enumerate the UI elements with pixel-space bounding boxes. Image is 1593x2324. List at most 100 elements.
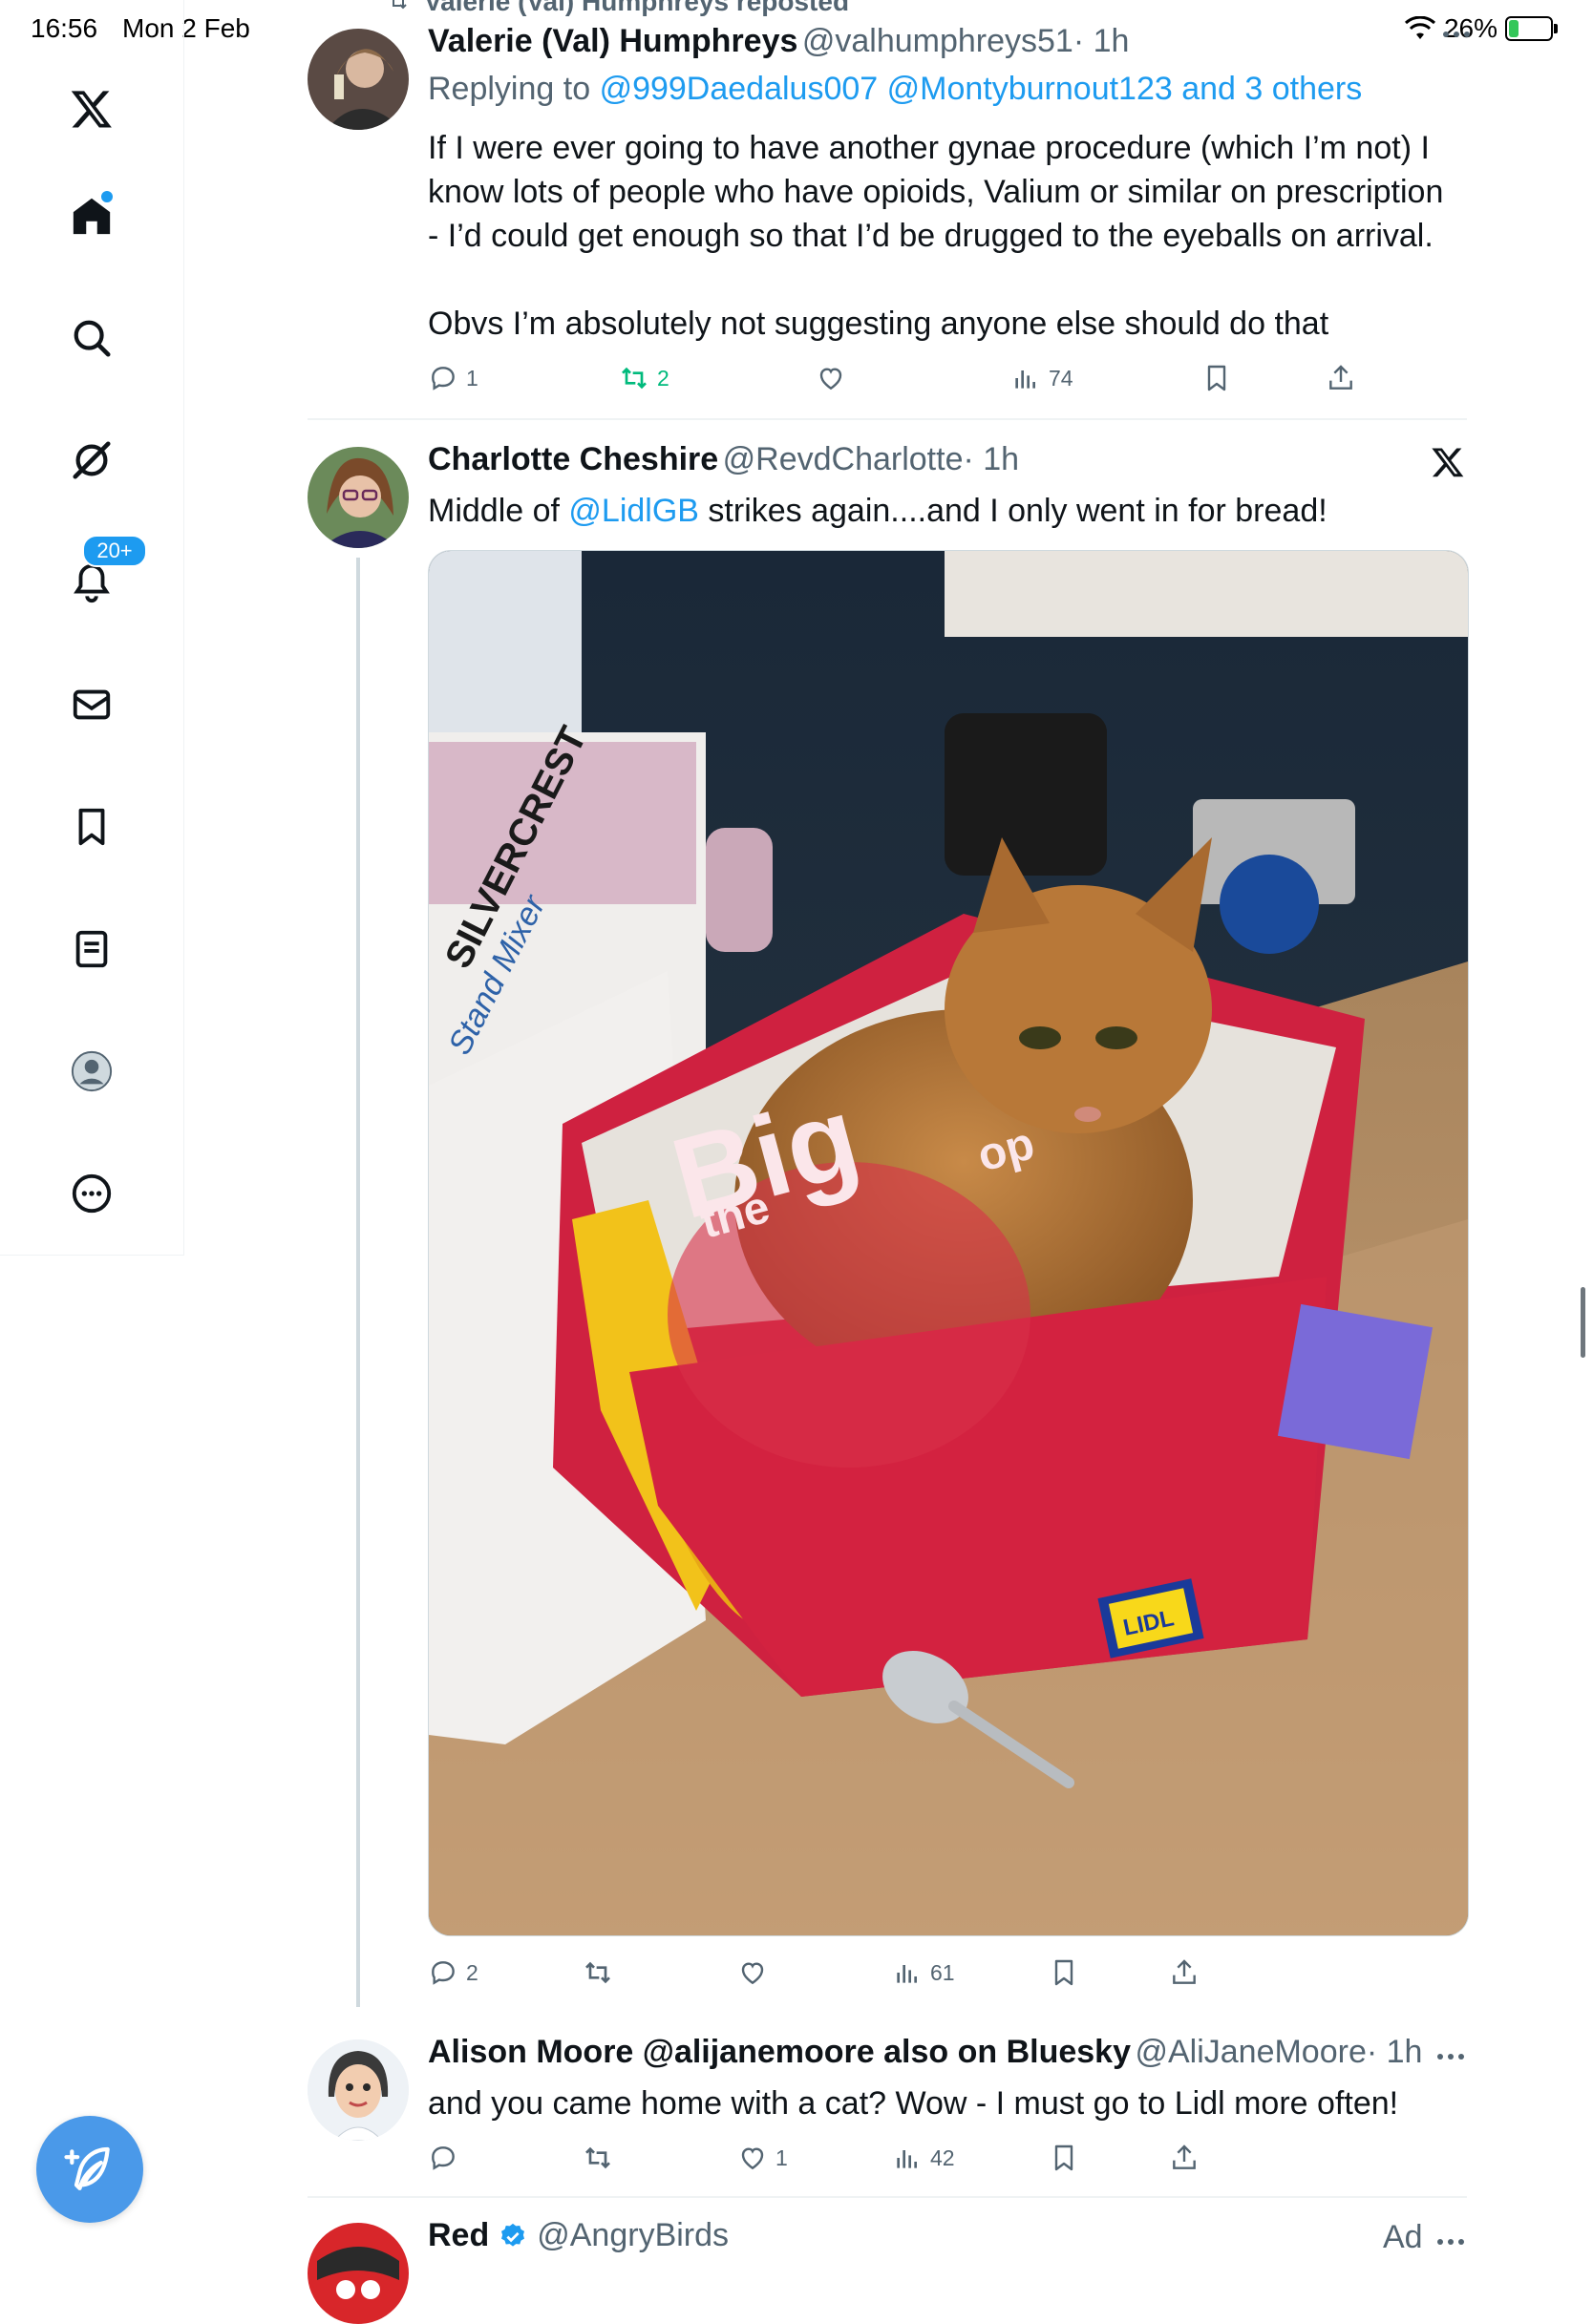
reply-button[interactable]: 1 <box>428 363 478 393</box>
messages-icon[interactable] <box>59 672 124 737</box>
like-button[interactable] <box>737 1957 775 1988</box>
search-icon[interactable] <box>59 306 124 370</box>
author-name[interactable]: Red <box>428 2217 489 2254</box>
battery-icon <box>1505 16 1558 41</box>
reply-button[interactable]: 2 <box>428 1957 478 1988</box>
repost-button[interactable] <box>583 1957 621 1988</box>
verified-badge-icon <box>501 2223 525 2247</box>
repost-indicator: Valerie (Val) Humphreys reposted <box>384 0 849 17</box>
share-button[interactable] <box>1169 1957 1200 1988</box>
bookmarks-icon[interactable] <box>59 794 124 859</box>
heart-icon <box>741 1962 764 1985</box>
share-button[interactable] <box>1326 363 1356 393</box>
heart-icon <box>741 2147 764 2170</box>
author-handle[interactable]: @AngryBirds <box>537 2217 729 2254</box>
tweet-more-icon[interactable] <box>1436 2234 1465 2251</box>
tweet-text-line: If I were ever going to have another gyn… <box>428 130 1430 166</box>
bookmark-icon <box>1207 365 1226 391</box>
tweet-text: If I were ever going to have another gyn… <box>428 126 1469 346</box>
reply-count: 1 <box>466 365 478 391</box>
reply-icon <box>432 367 455 391</box>
tweet-header: Valerie (Val) Humphreys @valhumphreys51·… <box>428 23 1129 60</box>
home-icon[interactable] <box>59 183 124 248</box>
replying-to-links[interactable]: @999Daedalus007 @Montyburnout123 and 3 o… <box>600 71 1363 107</box>
share-icon <box>1173 1959 1196 1984</box>
tweet-text-line: - I’d could get enough so that I’d be dr… <box>428 218 1434 254</box>
author-handle[interactable]: @valhumphreys51 <box>802 23 1073 59</box>
view-count: 42 <box>930 2144 955 2170</box>
tweet-time[interactable]: · 1h <box>1367 2034 1423 2070</box>
repost-icon <box>585 2146 610 2169</box>
compose-button[interactable] <box>36 2116 143 2223</box>
bookmark-icon <box>1054 1959 1073 1986</box>
bookmark-button[interactable] <box>1201 363 1232 393</box>
repost-button[interactable]: 2 <box>619 363 669 393</box>
tweet-header: Charlotte Cheshire @RevdCharlotte· 1h <box>428 441 1019 478</box>
tweet-time[interactable]: · 1h <box>964 441 1020 477</box>
ad-label: Ad <box>1383 2219 1423 2255</box>
thread-line <box>356 558 360 2007</box>
tweet-text-part: strikes again....and I only went in for … <box>698 493 1328 529</box>
replying-prefix: Replying to <box>428 71 591 107</box>
tweet-header: Red @AngryBirds <box>428 2217 729 2254</box>
reply-icon <box>432 1961 455 1985</box>
grok-icon[interactable] <box>59 428 124 493</box>
share-icon <box>1329 365 1352 390</box>
replying-to: Replying to @999Daedalus007 @Montyburnou… <box>428 71 1362 108</box>
views-button[interactable]: 61 <box>892 1957 955 1988</box>
tweet-divider <box>308 418 1467 420</box>
reply-button[interactable] <box>428 2143 466 2173</box>
share-button[interactable] <box>1169 2143 1200 2173</box>
bookmark-button[interactable] <box>1049 2143 1079 2173</box>
tweet-text: Middle of @LidlGB strikes again....and I… <box>428 489 1328 533</box>
compose-feather-icon <box>64 2146 110 2190</box>
tweet-header: Alison Moore @alijanemoore also on Blues… <box>428 2034 1422 2071</box>
more-icon[interactable] <box>59 1161 124 1226</box>
tweet-more-icon[interactable] <box>1442 27 1471 44</box>
tweet-divider <box>308 2196 1467 2198</box>
author-name[interactable]: Alison Moore @alijanemoore also on Blues… <box>428 2034 1131 2070</box>
author-name[interactable]: Charlotte Cheshire <box>428 441 718 477</box>
bookmark-button[interactable] <box>1049 1957 1079 1988</box>
notifications-badge: 20+ <box>82 535 147 567</box>
avatar-angrybirds[interactable] <box>308 2223 409 2324</box>
tweet-photo[interactable]: SILVERCREST Stand Mixer Big the op LIDL <box>428 550 1469 1936</box>
tweet-text: and you came home with a cat? Wow - I mu… <box>428 2085 1399 2122</box>
avatar-alison[interactable] <box>308 2039 409 2141</box>
share-icon <box>1173 2144 1196 2169</box>
tweet-more-icon[interactable] <box>1436 2049 1465 2066</box>
tweet-text-line: Obvs I’m absolutely not suggesting anyon… <box>428 306 1329 342</box>
view-count: 61 <box>930 1959 955 1985</box>
avatar-valerie[interactable] <box>308 29 409 130</box>
status-right: 26% <box>1404 13 1558 44</box>
reply-icon <box>432 2146 455 2170</box>
profile-icon[interactable] <box>59 1039 124 1104</box>
lists-icon[interactable] <box>59 917 124 982</box>
author-handle[interactable]: @RevdCharlotte <box>723 441 964 477</box>
views-icon <box>1015 370 1035 389</box>
tweet-text-line: know lots of people who have opioids, Va… <box>428 174 1444 210</box>
home-unread-dot <box>99 189 115 204</box>
avatar-charlotte[interactable] <box>308 447 409 548</box>
tweet-time[interactable]: · 1h <box>1073 23 1130 59</box>
x-logo-icon[interactable] <box>59 76 124 141</box>
bookmark-icon <box>1054 2144 1073 2171</box>
author-name[interactable]: Valerie (Val) Humphreys <box>428 23 797 59</box>
repost-icon <box>393 0 407 10</box>
views-icon <box>897 1965 917 1983</box>
views-button[interactable]: 42 <box>892 2143 955 2173</box>
mention-link[interactable]: @LidlGB <box>568 493 699 529</box>
view-count: 74 <box>1049 365 1073 391</box>
like-count: 1 <box>775 2144 788 2170</box>
repost-label: Valerie (Val) Humphreys reposted <box>424 0 850 16</box>
like-button[interactable] <box>816 363 854 393</box>
like-button[interactable]: 1 <box>737 2143 788 2173</box>
author-handle[interactable]: @AliJaneMoore <box>1135 2034 1366 2070</box>
tweet-text-part: Middle of <box>428 493 569 529</box>
repost-button[interactable] <box>583 2143 621 2173</box>
repost-icon <box>585 1961 610 1984</box>
notifications-icon[interactable]: 20+ <box>59 535 147 615</box>
views-button[interactable]: 74 <box>1010 363 1073 393</box>
reply-count: 2 <box>466 1959 478 1985</box>
scrollbar-thumb[interactable] <box>1581 1287 1585 1358</box>
